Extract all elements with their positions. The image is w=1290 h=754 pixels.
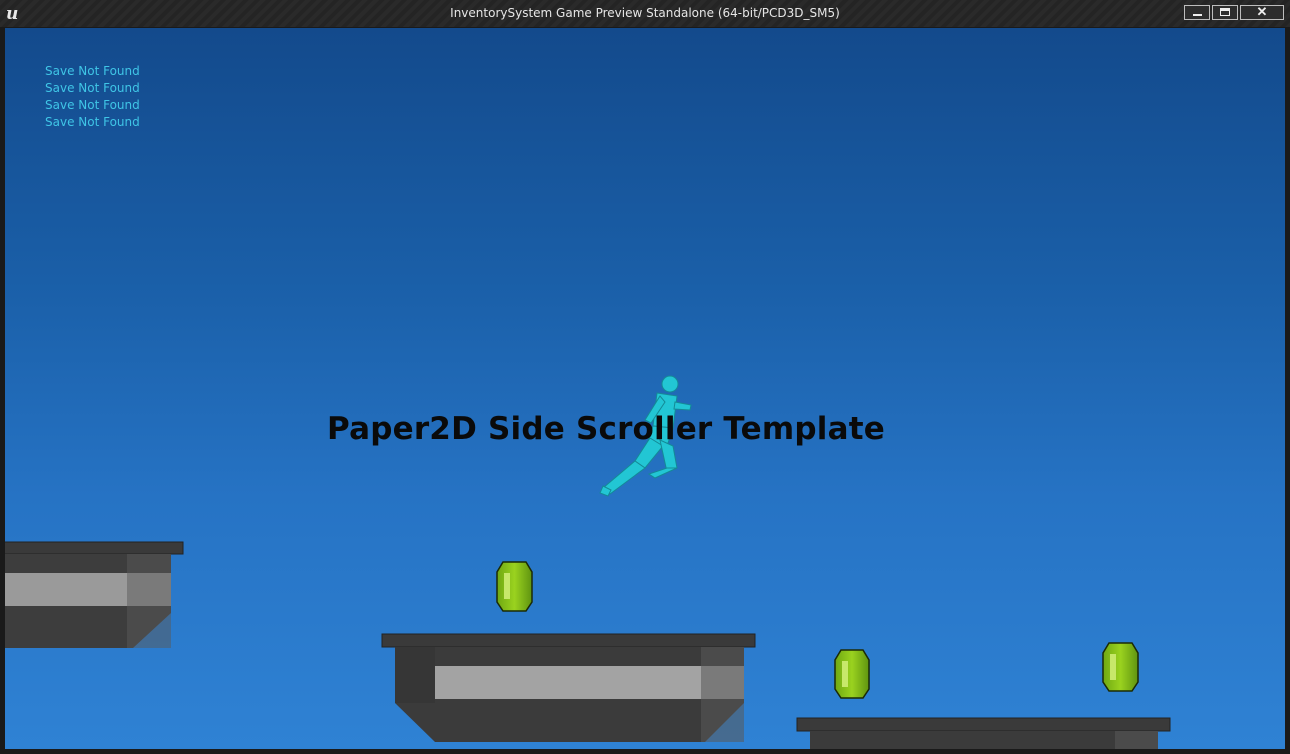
debug-message: Save Not Found [45,115,140,129]
close-button[interactable]: ✕ [1240,4,1284,20]
platform-right [796,717,1171,749]
minimize-icon [1193,14,1202,16]
gem-pickup-1 [496,561,533,612]
window-controls: ✕ [1182,4,1284,20]
debug-message-list: Save Not Found Save Not Found Save Not F… [45,63,140,131]
game-window: u InventorySystem Game Preview Standalon… [0,0,1290,754]
platform-middle [381,633,756,742]
debug-message: Save Not Found [45,98,140,112]
game-viewport[interactable]: Save Not Found Save Not Found Save Not F… [5,28,1285,749]
platform-left [5,541,184,648]
debug-message: Save Not Found [45,64,140,78]
debug-message: Save Not Found [45,81,140,95]
window-title: InventorySystem Game Preview Standalone … [450,6,840,20]
game-title-text: Paper2D Side Scroller Template [327,411,885,447]
minimize-button[interactable] [1184,5,1210,20]
gem-pickup-3 [1102,642,1139,692]
maximize-icon [1220,8,1230,16]
close-icon: ✕ [1256,4,1268,19]
gem-pickup-2 [834,649,870,699]
title-bar[interactable]: u InventorySystem Game Preview Standalon… [0,0,1290,27]
game-scene [5,375,1171,749]
maximize-button[interactable] [1212,5,1238,20]
